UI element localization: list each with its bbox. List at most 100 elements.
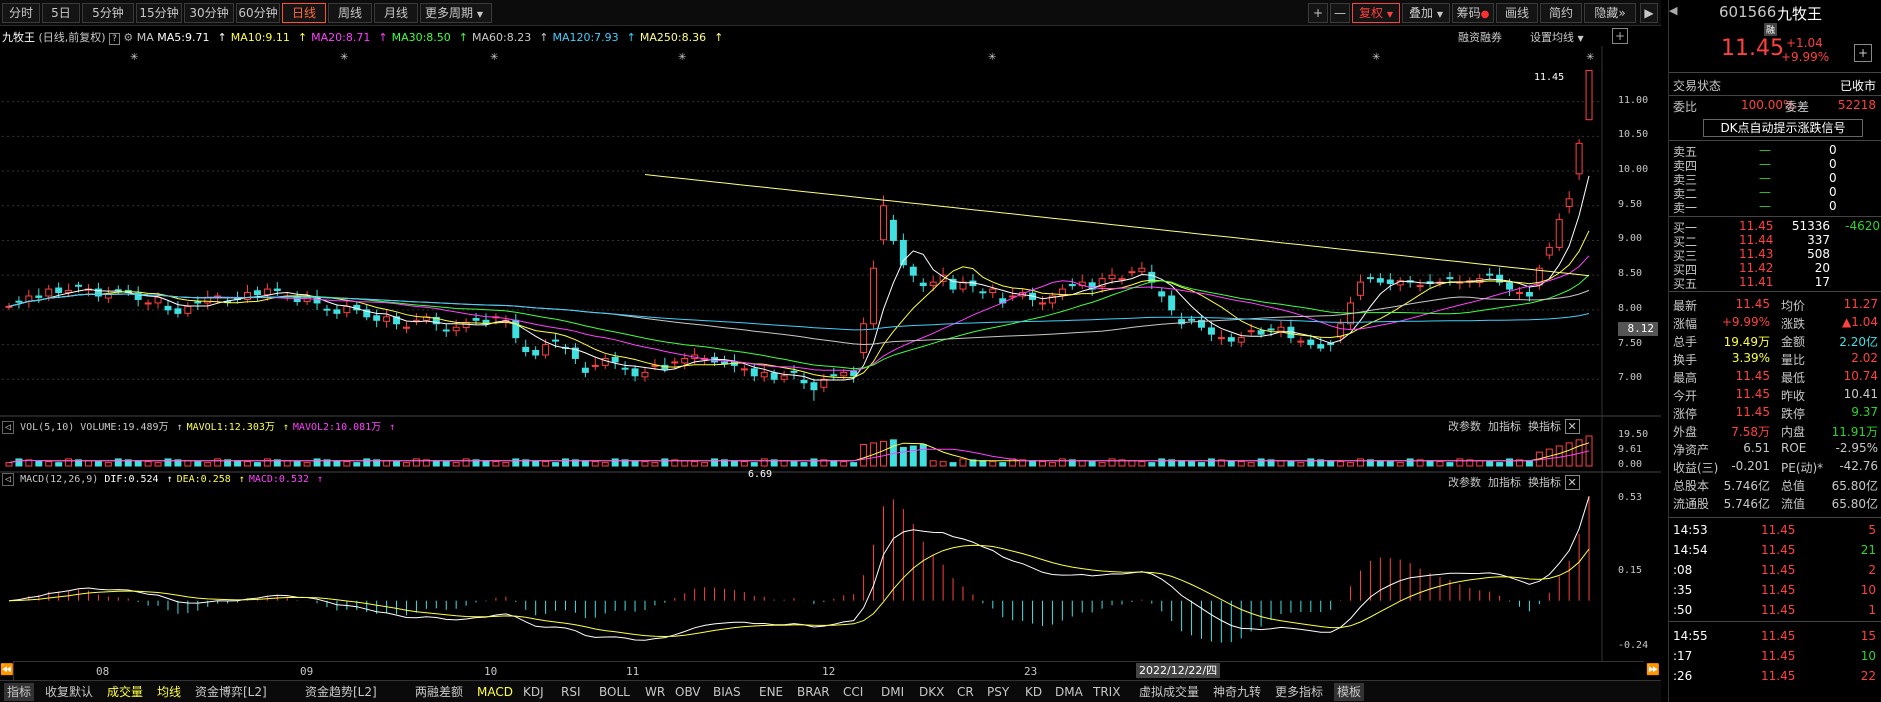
zoom-in-button[interactable]: + — [1308, 3, 1328, 23]
vol-tick-label: 19.50 — [1618, 429, 1649, 440]
indicator-tab[interactable]: 成交量 — [104, 683, 146, 701]
weibi-label: 委比 — [1673, 100, 1698, 114]
candle — [1138, 267, 1146, 273]
fuquan-button[interactable]: 复权 ▼ — [1352, 3, 1400, 23]
period-tab-60min[interactable]: 60分钟 — [236, 3, 280, 23]
dk-signal-banner[interactable]: DK点自动提示涨跌信号 — [1703, 119, 1863, 137]
indicator-tab[interactable]: BRAR — [794, 683, 833, 701]
indicator-tab[interactable]: 资金博弈[L2] — [192, 683, 270, 701]
chip-label: 筹码 — [1456, 6, 1481, 20]
period-tab-daily[interactable]: 日线 — [282, 3, 326, 23]
indicator-tab[interactable]: DKX — [916, 683, 947, 701]
indicator-tab[interactable]: 两融差额 — [412, 683, 466, 701]
volume-bar — [800, 462, 808, 467]
indicator-tab[interactable]: 神奇九转 — [1210, 683, 1264, 701]
volume-bar — [1406, 458, 1414, 467]
period-tab-15min[interactable]: 15分钟 — [136, 3, 182, 23]
draw-line-button[interactable]: 画线 — [1496, 3, 1538, 23]
indicator-tab[interactable]: ENE — [756, 683, 786, 701]
simple-button[interactable]: 简约 — [1540, 3, 1582, 23]
stat-label: PE(动)* — [1781, 461, 1824, 475]
indicator-tab[interactable]: 更多指标 — [1272, 683, 1326, 701]
indicator-tab[interactable]: 收复默认 — [42, 683, 96, 701]
indicator-tab[interactable]: BIAS — [710, 683, 744, 701]
indicator-tab[interactable]: DMI — [878, 683, 907, 701]
period-tab-weekly[interactable]: 周线 — [328, 3, 372, 23]
indicator-tab[interactable]: 均线 — [154, 683, 184, 701]
indicator-tab[interactable]: PSY — [984, 683, 1012, 701]
collapse-icon[interactable]: ◁ — [2, 421, 15, 434]
tick-time: :35 — [1673, 583, 1693, 597]
volume-bar — [442, 461, 450, 467]
macd-add-indicator-link[interactable]: 加指标 — [1488, 476, 1521, 489]
volume-bar — [1138, 461, 1146, 467]
chip-button[interactable]: 筹码● — [1452, 3, 1494, 23]
buy-level-price: 11.43 — [1739, 247, 1774, 261]
expand-panel-button[interactable]: ▶ — [1640, 3, 1658, 23]
high-annotation: 11.45 — [1534, 72, 1565, 83]
volume-bar — [631, 460, 639, 467]
overlay-button[interactable]: 叠加 ▼ — [1402, 3, 1450, 23]
candle — [880, 205, 887, 241]
close-icon[interactable]: ✕ — [1564, 475, 1580, 490]
vol-modify-params-link[interactable]: 改参数 — [1448, 420, 1481, 433]
indicator-tab[interactable]: WR — [642, 683, 668, 701]
indicator-tab[interactable]: CCI — [840, 683, 866, 701]
indicator-tab[interactable]: KD — [1022, 683, 1045, 701]
period-tab-fenshi[interactable]: 分时 — [2, 3, 40, 23]
close-icon[interactable]: ✕ — [1564, 419, 1580, 434]
indicator-tab[interactable]: 资金趋势[L2] — [302, 683, 380, 701]
chart-area[interactable]: 九牧王 (日线,前复权) ? ⚙ MA MA5:9.71 ↑ MA10:9.11 ↑ M… — [0, 26, 1661, 661]
candle — [929, 281, 937, 287]
indicator-tab[interactable]: MACD — [474, 683, 516, 701]
x-axis-scroll-right[interactable]: ⏩ — [1645, 661, 1661, 680]
chevron-down-icon: ▼ — [1386, 10, 1393, 19]
volume-bar — [1555, 445, 1563, 467]
indicator-tab[interactable]: CR — [954, 683, 977, 701]
sell-level-volume: 0 — [1829, 199, 1837, 213]
vol-add-indicator-link[interactable]: 加指标 — [1488, 420, 1521, 433]
indicator-tab[interactable]: TRIX — [1090, 683, 1123, 701]
volume-bar — [542, 461, 550, 467]
volume-bar — [1078, 460, 1086, 467]
period-tab-monthly[interactable]: 月线 — [374, 3, 418, 23]
dea-line — [8, 544, 1590, 638]
candlestick-chart[interactable]: ✳ ✳ ✳ ✳ ✳ ✳ ✳ — [0, 26, 1661, 661]
indicator-tab[interactable]: BOLL — [596, 683, 633, 701]
tick-row: 14:53 11.45 5 — [1669, 522, 1881, 540]
indicator-tab[interactable]: OBV — [672, 683, 704, 701]
zoom-out-button[interactable]: — — [1330, 3, 1350, 23]
volume-bar — [1227, 460, 1235, 467]
ma5-line — [8, 175, 1590, 381]
candle — [631, 368, 639, 377]
sell-level-price: — — [1759, 171, 1771, 185]
volume-bar — [104, 462, 112, 467]
vol-switch-indicator-link[interactable]: 换指标 — [1528, 420, 1561, 433]
add-watchlist-icon[interactable]: + — [1854, 44, 1872, 62]
indicator-tab[interactable]: DMA — [1052, 683, 1086, 701]
x-axis-scroll-left[interactable]: ⏪ — [0, 661, 14, 680]
macd-modify-params-link[interactable]: 改参数 — [1448, 476, 1481, 489]
volume-bar — [45, 461, 53, 467]
volume-bar — [353, 462, 361, 467]
period-tab-30min[interactable]: 30分钟 — [184, 3, 234, 23]
indicator-tab[interactable]: 模板 — [1334, 683, 1365, 701]
volume-bar — [581, 460, 589, 467]
vol-value-item: MAVOL1:12.303万 — [186, 422, 275, 433]
macd-switch-indicator-link[interactable]: 换指标 — [1528, 476, 1561, 489]
indicator-tab[interactable]: KDJ — [520, 683, 547, 701]
indicator-tab[interactable]: 虚拟成交量 — [1136, 683, 1202, 701]
hide-button[interactable]: 隐藏» — [1584, 3, 1636, 23]
volume-bar — [482, 460, 490, 467]
period-tab-more[interactable]: 更多周期 ▼ — [420, 3, 492, 23]
volume-bar — [1128, 460, 1136, 467]
period-tab-5day[interactable]: 5日 — [42, 3, 80, 23]
indicator-tab[interactable]: 指标 — [4, 683, 35, 701]
stat-value: 19.49万 — [1723, 335, 1770, 349]
buy-level-price: 11.45 — [1739, 219, 1774, 233]
collapse-icon[interactable]: ◁ — [2, 473, 15, 486]
period-tab-5min[interactable]: 5分钟 — [82, 3, 134, 23]
panel-collapse-icon[interactable]: ◀ — [1669, 4, 1677, 17]
indicator-tab[interactable]: RSI — [558, 683, 584, 701]
stat-row: 涨幅 +9.99% 涨跌 ▲1.04 — [1669, 314, 1881, 332]
